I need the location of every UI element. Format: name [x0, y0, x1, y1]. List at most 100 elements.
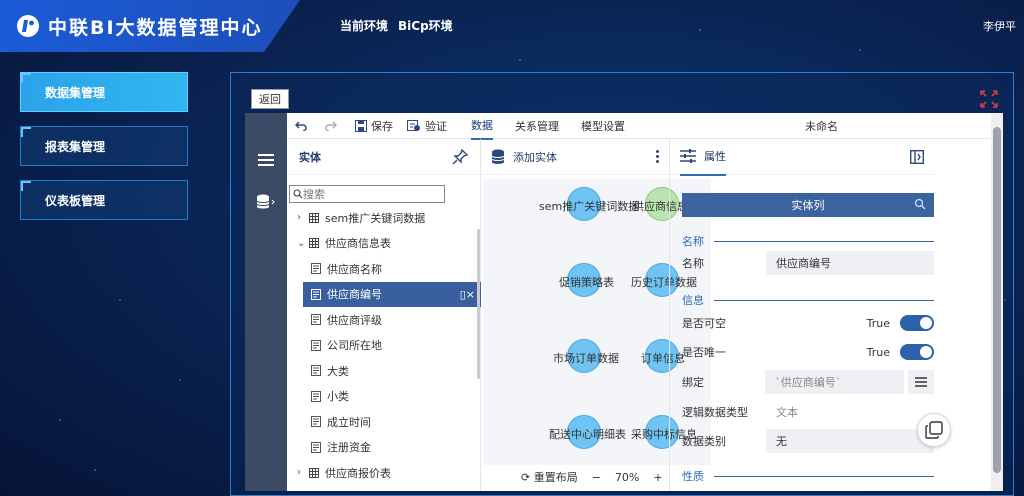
collapse-panel-icon[interactable] [910, 149, 924, 164]
property-panel-header: 属性 [670, 138, 934, 176]
table-icon [309, 467, 319, 478]
chevron-down-icon[interactable]: ⌄ [297, 238, 309, 249]
prop-label: 名称 [682, 257, 704, 270]
entity-panel-header: 实体 [287, 139, 480, 175]
entity-scrollbar[interactable] [477, 229, 480, 379]
tree-item-sem[interactable]: › sem推广关键词数据 [287, 205, 481, 231]
section-nature-header: 性质 [682, 468, 934, 484]
tree-item-supplier-info[interactable]: ⌄ 供应商信息表 [287, 231, 481, 257]
environment-info: 当前环境 BiCp环境 [340, 17, 463, 34]
chevron-right-icon[interactable]: › [297, 212, 309, 223]
entity-search-input[interactable] [303, 187, 433, 201]
left-rail [245, 113, 287, 491]
prop-row-binding: 绑定 `供应商编号` [682, 370, 934, 394]
save-label: 保存 [371, 119, 393, 133]
field-icon [311, 339, 321, 351]
field-icon [311, 263, 321, 275]
tab-model-settings[interactable]: 模型设置 [581, 113, 625, 139]
refresh-icon: ⟳ [521, 471, 531, 484]
entity-node-label[interactable]: sem推广关键词数据 [539, 198, 639, 214]
redo-icon[interactable] [325, 120, 341, 131]
editor-scrollbar[interactable] [991, 113, 1003, 491]
database-add-icon[interactable] [491, 149, 505, 165]
entity-node-label[interactable]: 促销策略表 [559, 274, 614, 290]
tree-field-company-location[interactable]: 公司所在地 [287, 333, 481, 359]
section-info-header: 信息 [682, 292, 934, 308]
save-icon [355, 119, 367, 132]
entity-search [289, 185, 445, 203]
tree-field-category[interactable]: 大类 [287, 358, 481, 384]
tree-item-supplier-quote[interactable]: › 供应商报价表 [287, 460, 481, 486]
database-icon[interactable] [251, 187, 281, 217]
prop-row-data-category: 数据类别 无 [682, 429, 934, 453]
field-icon [311, 365, 321, 377]
tree-item-label: 大类 [327, 364, 349, 378]
tab-data[interactable]: 数据 [471, 112, 493, 140]
tree-item-label: 公司所在地 [327, 339, 382, 353]
reset-layout-button[interactable]: ⟳ 重置布局 [521, 469, 578, 485]
nullable-toggle[interactable] [900, 315, 934, 331]
editor-toolbar: 保存 验证 数据 关系管理 模型设置 未命名 [287, 112, 991, 140]
unique-toggle[interactable] [900, 344, 934, 360]
remove-field-icon[interactable]: ▯× [460, 288, 475, 301]
section-name-title: 名称 [682, 235, 704, 248]
prop-row-logic-type: 逻辑数据类型 文本 [682, 400, 934, 424]
add-entity-button[interactable]: 添加实体 [513, 149, 557, 165]
chevron-right-icon[interactable]: › [297, 467, 309, 478]
property-panel: 属性 实体列 名称 名称 供应商编号 信息 是否可空 True 是否唯一 Tru… [669, 139, 934, 491]
more-options-icon[interactable] [656, 150, 659, 163]
tab-properties[interactable]: 属性 [680, 138, 726, 176]
section-nature-title: 性质 [682, 470, 704, 483]
tree-item-label: 供应商评级 [327, 313, 382, 327]
entity-node-label[interactable]: 配送中心明细表 [549, 426, 626, 442]
tree-field-supplier-rating[interactable]: 供应商评级 [287, 307, 481, 333]
field-icon [311, 314, 321, 326]
prop-label: 是否可空 [682, 317, 726, 330]
fullscreen-icon[interactable] [979, 89, 999, 109]
tree-field-founded-date[interactable]: 成立时间 [287, 409, 481, 435]
side-nav: 数据集管理 报表集管理 仪表板管理 [20, 72, 188, 234]
zoom-out-button[interactable]: − [592, 471, 601, 484]
environment-value[interactable]: BiCp环境 [398, 19, 453, 33]
tree-field-supplier-name[interactable]: 供应商名称 [287, 256, 481, 282]
tree-item-label: 小类 [327, 390, 349, 404]
validate-button[interactable]: 验证 [407, 118, 447, 134]
tree-item-label: 供应商信息表 [325, 237, 391, 251]
list-icon [915, 377, 928, 387]
nav-item-dataset[interactable]: 数据集管理 [20, 72, 188, 112]
logic-type-select[interactable]: 文本 [766, 400, 934, 424]
undo-icon[interactable] [295, 120, 311, 131]
editor-scrollbar-thumb[interactable] [993, 127, 1001, 473]
copy-float-button[interactable] [917, 413, 951, 447]
nav-item-label: 仪表板管理 [45, 193, 106, 208]
main-frame: 返回 保存 验证 数据 关系管理 模型设置 未命名 实体 搜索 › sem推广关… [230, 72, 1014, 496]
data-category-select[interactable]: 无 [766, 429, 934, 453]
prop-label: 数据类别 [682, 435, 726, 448]
prop-row-unique: 是否唯一 True [682, 340, 934, 364]
validate-icon [407, 119, 420, 131]
tab-relations[interactable]: 关系管理 [515, 113, 559, 139]
zoom-in-button[interactable]: + [653, 471, 662, 484]
binding-editor-button[interactable] [908, 370, 934, 394]
sliders-icon [680, 148, 696, 163]
nav-item-reportset[interactable]: 报表集管理 [20, 126, 188, 166]
back-button[interactable]: 返回 [251, 89, 289, 109]
tree-item-label: 供应商报价表 [325, 466, 391, 480]
tree-field-registered-capital[interactable]: 注册资金 [287, 435, 481, 461]
name-field[interactable]: 供应商编号 [766, 251, 934, 275]
tree-item-label: sem推广关键词数据 [325, 211, 426, 225]
search-icon[interactable] [914, 198, 926, 210]
entity-node-label[interactable]: 市场订单数据 [553, 350, 619, 366]
tree-field-supplier-id[interactable]: 供应商编号 ▯× [303, 281, 481, 307]
environment-label: 当前环境 [340, 19, 389, 33]
user-name[interactable]: 李伊平 [983, 18, 1016, 34]
nav-item-dashboard[interactable]: 仪表板管理 [20, 180, 188, 220]
entity-column-button[interactable]: 实体列 [682, 193, 934, 217]
toggle-value: True [866, 316, 890, 330]
binding-field[interactable]: `供应商编号` [765, 370, 905, 394]
menu-icon[interactable] [251, 145, 281, 175]
save-button[interactable]: 保存 [355, 118, 393, 134]
tree-field-subcategory[interactable]: 小类 [287, 384, 481, 410]
pin-icon[interactable] [452, 148, 468, 165]
search-icon [293, 189, 303, 199]
